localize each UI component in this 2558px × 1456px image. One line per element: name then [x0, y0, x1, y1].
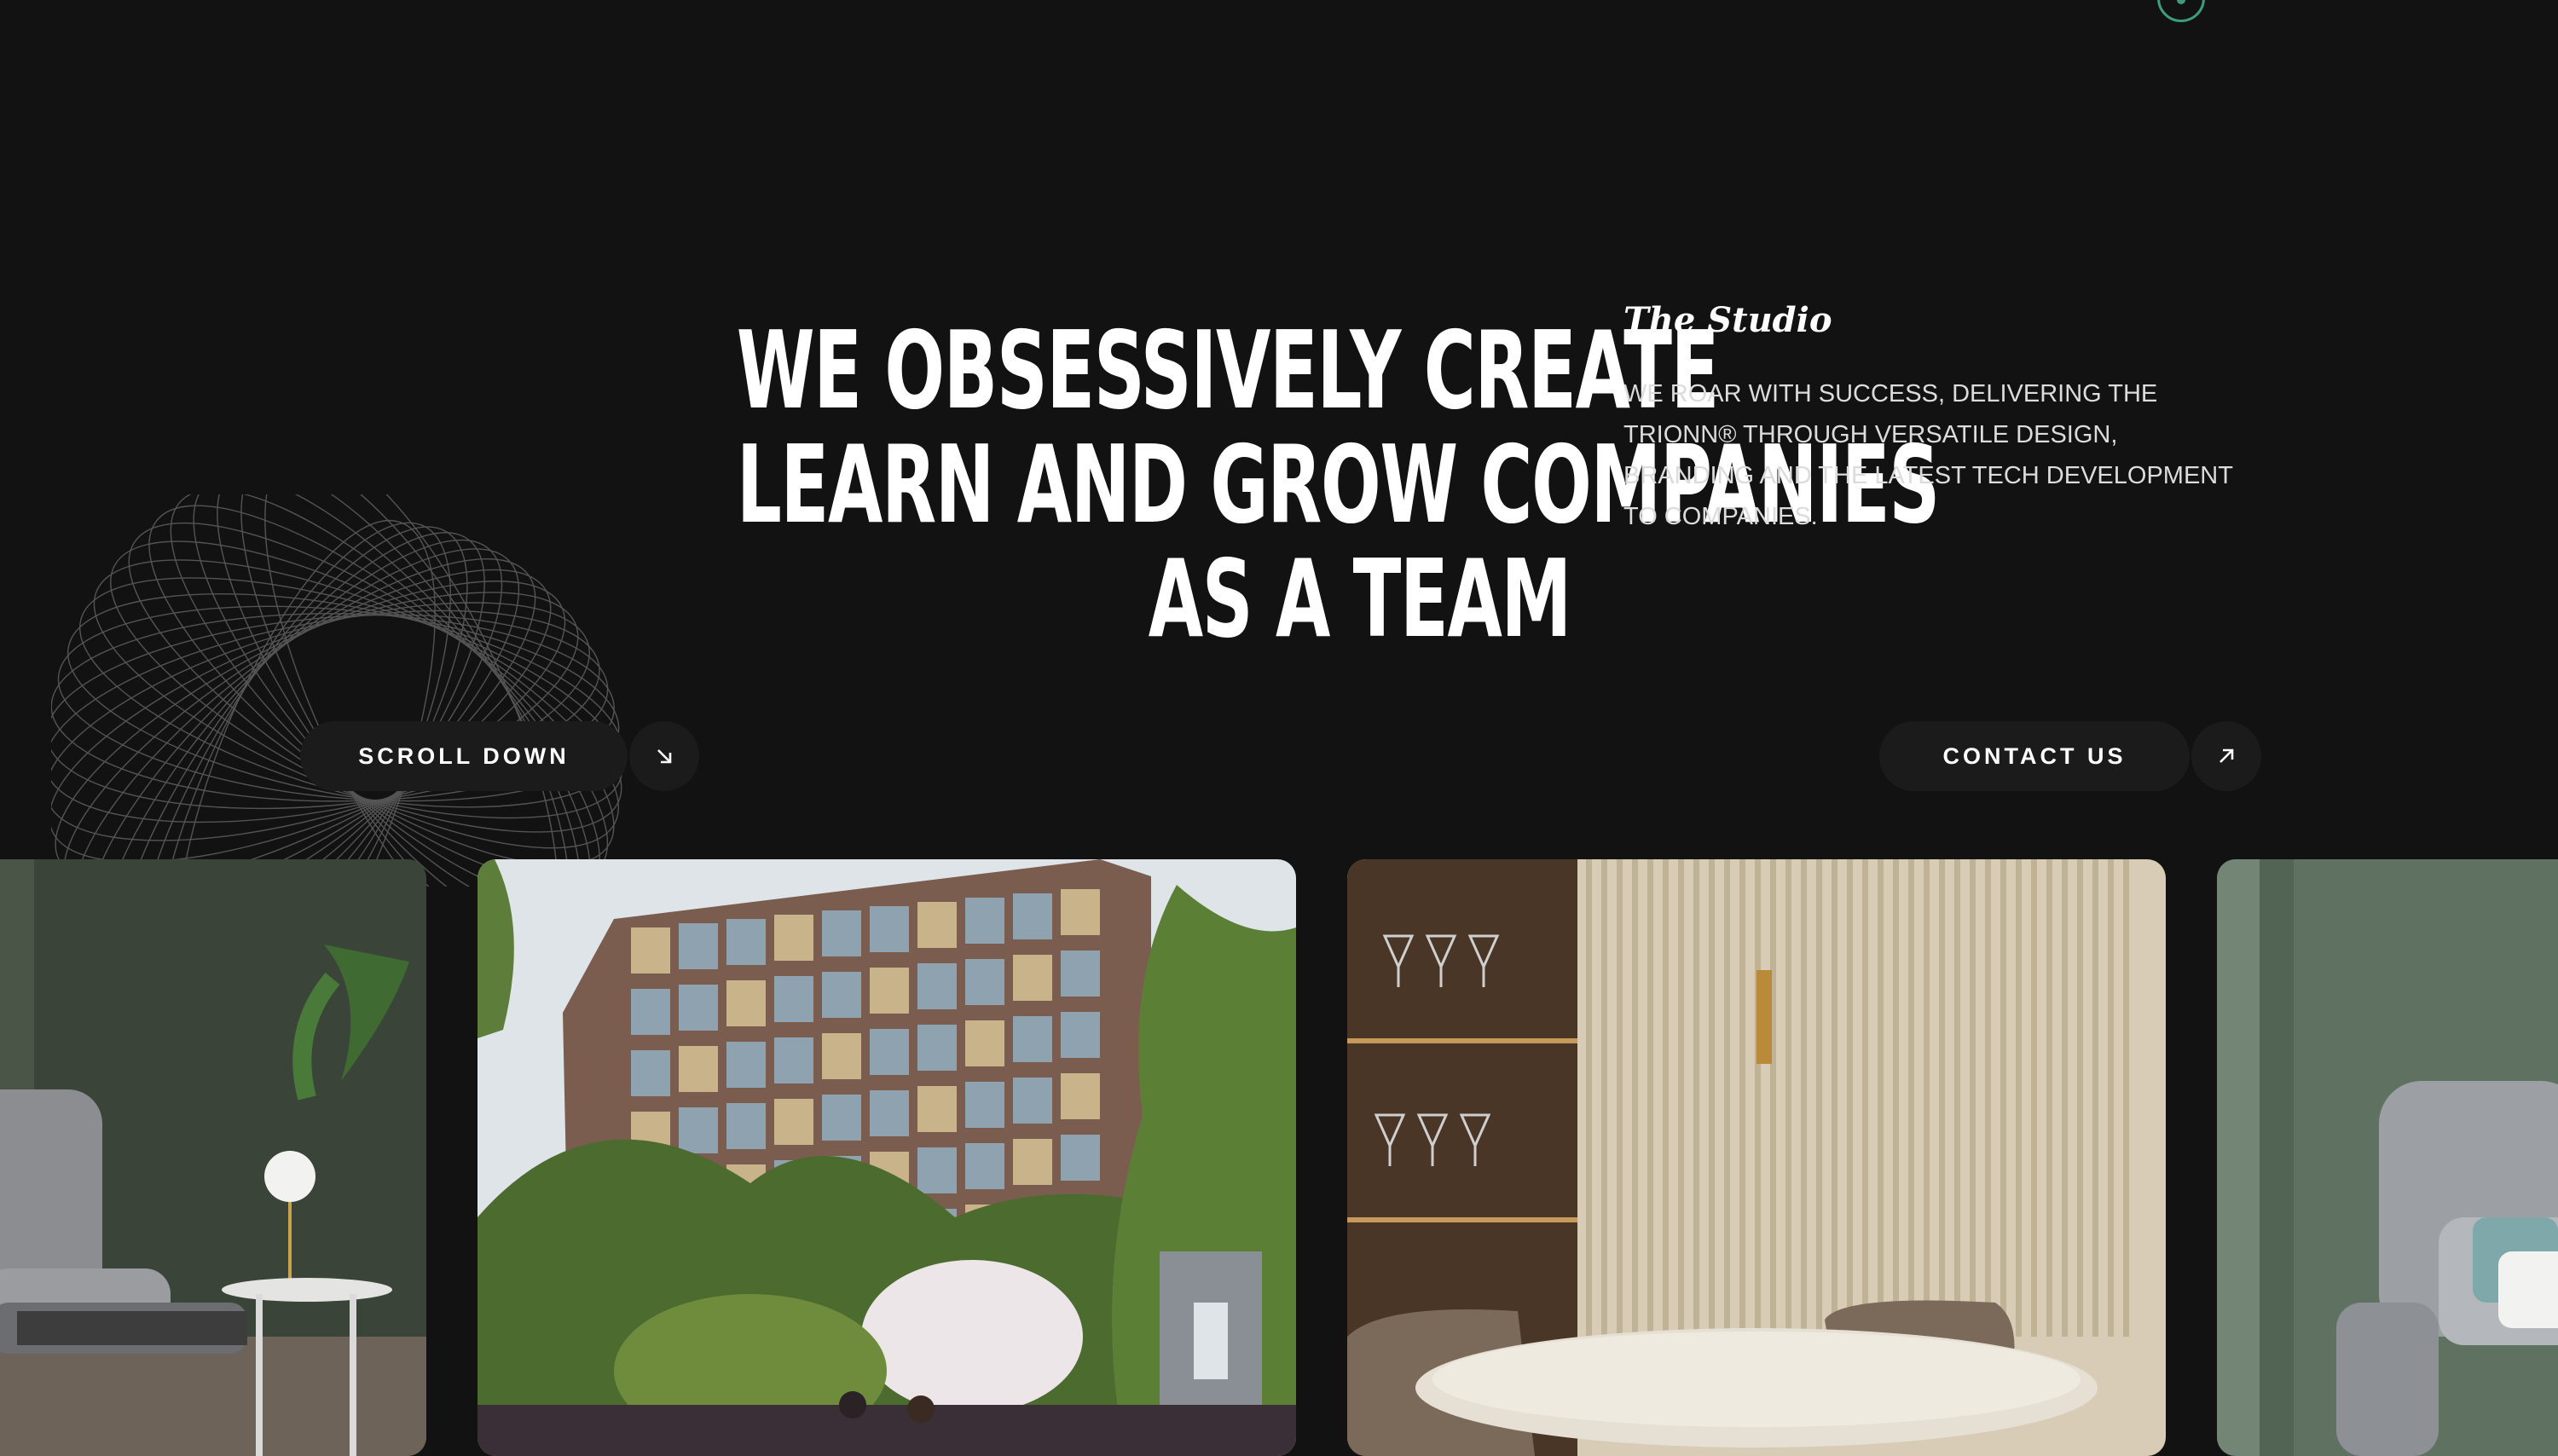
dining-interior-image	[1347, 859, 2166, 1456]
headline-line-3: AS A TEAM	[1148, 536, 1572, 662]
gallery-card-lounge[interactable]	[2217, 859, 2558, 1456]
scroll-indicator-icon[interactable]	[2157, 0, 2205, 22]
lounge-interior-image	[2217, 859, 2558, 1456]
scroll-down-button[interactable]: SCROLL DOWN	[300, 721, 628, 791]
building-image	[477, 859, 1296, 1456]
arrow-down-right-icon[interactable]	[629, 721, 699, 791]
scroll-down-label: SCROLL DOWN	[358, 742, 570, 769]
headline-line-1: WE OBSESSIVELY CREATE	[736, 308, 1720, 433]
studio-description: WE ROAR WITH SUCCESS, DELIVERING THE TRI…	[1623, 380, 2233, 530]
arrow-up-right-icon[interactable]	[2191, 721, 2261, 791]
studio-title: The Studio	[1623, 300, 1832, 340]
hero-headline: WE OBSESSIVELY CREATE LEARN AND GROW COM…	[307, 308, 1940, 662]
gallery-card-building[interactable]	[477, 859, 1296, 1456]
living-room-image	[0, 859, 426, 1456]
contact-us-button[interactable]: CONTACT US	[1879, 721, 2190, 791]
gallery-card-dining[interactable]	[1347, 859, 2166, 1456]
gallery-card-living-room[interactable]	[0, 859, 426, 1456]
contact-us-label: CONTACT US	[1942, 742, 2127, 769]
headline-line-2: LEARN AND GROW COMPANIES	[736, 422, 1940, 547]
